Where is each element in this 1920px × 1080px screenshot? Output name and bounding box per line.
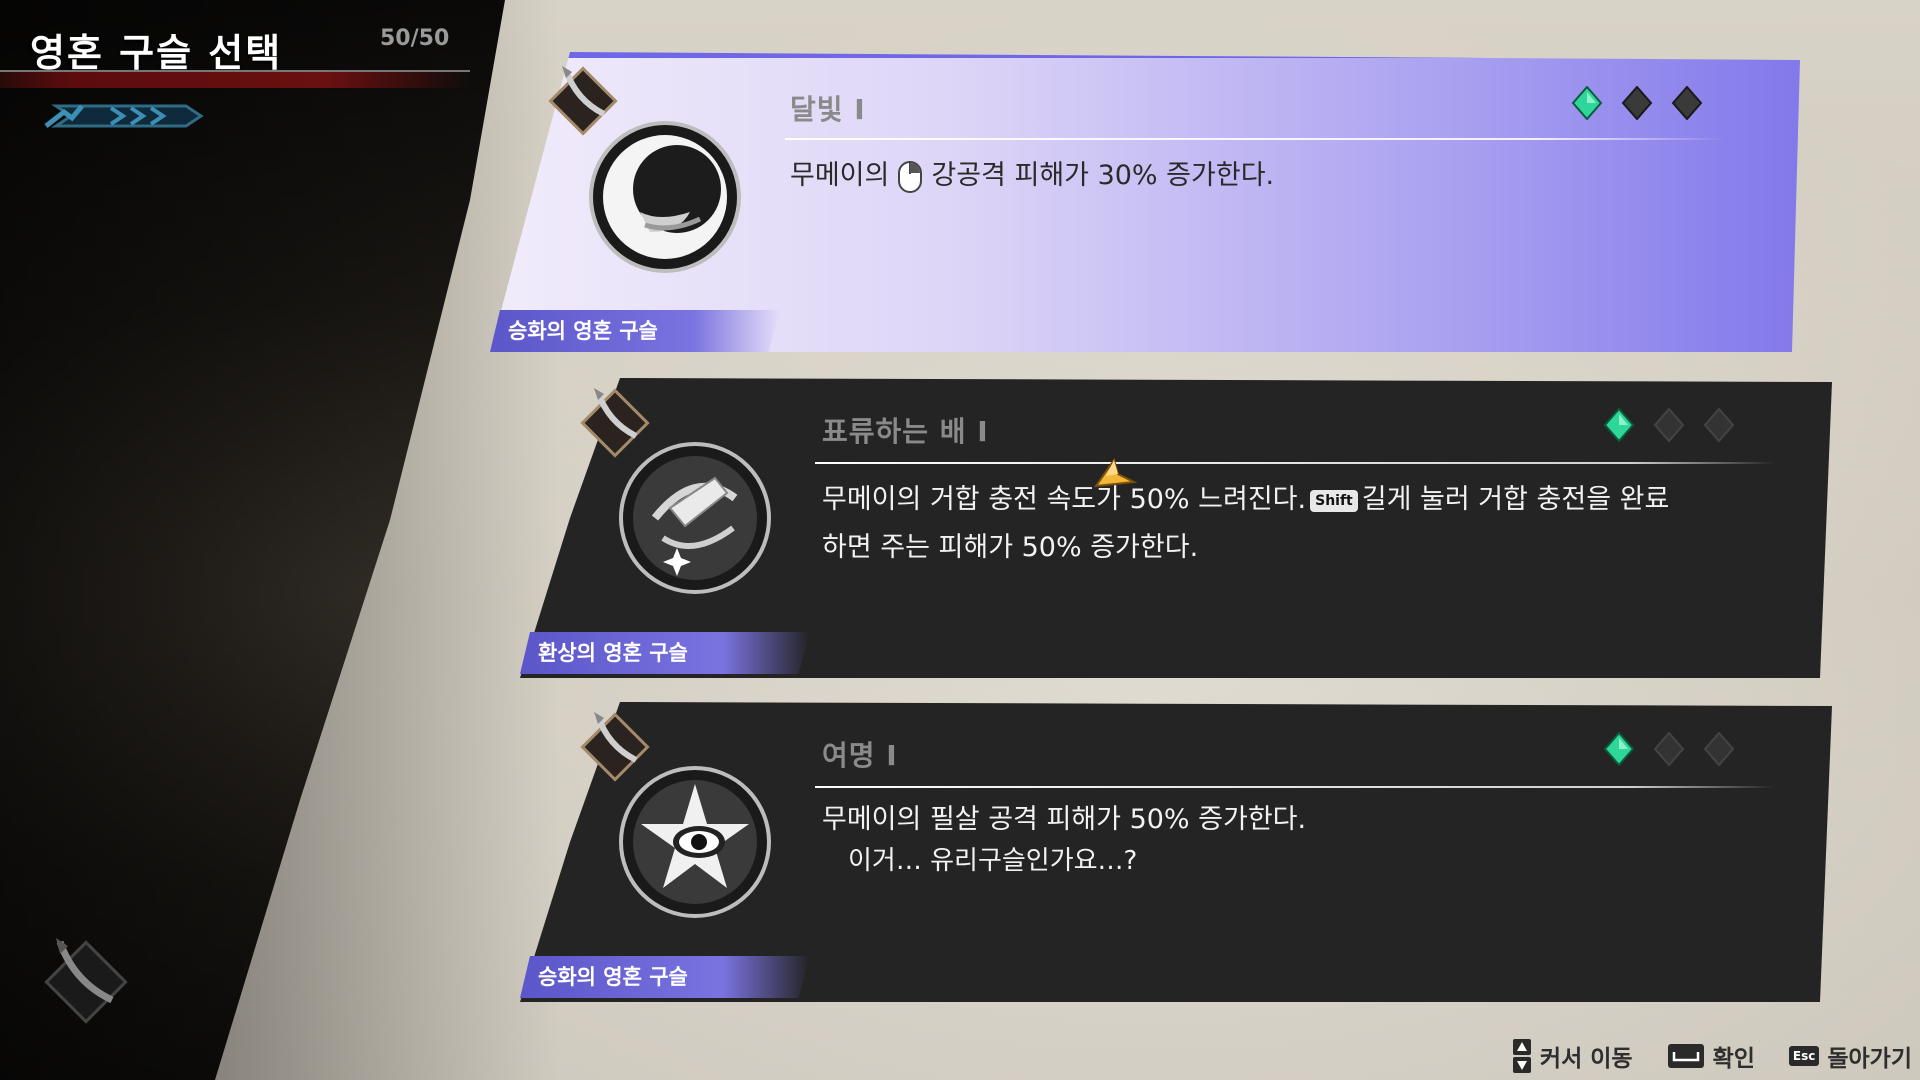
- card-description: 무메이의 필살 공격 피해가 50% 증가한다.: [822, 804, 1307, 835]
- soul-orb-card-drifting-boat[interactable]: 표류하는 배 I 무메이의 거합 충전 속도가 50% 느려진다. Shift 길게…: [520, 378, 1840, 678]
- gem-filled-icon: [1571, 86, 1603, 120]
- dash-gauge-icon: [44, 104, 204, 128]
- desc-text-after: 길게 눌러 거합 충전을 완료: [1361, 484, 1670, 515]
- desc-text-before: 무메이의 거합 충전 속도가 50% 느려진다.: [822, 484, 1307, 515]
- hint-back: Esc 돌아가기: [1788, 1039, 1912, 1073]
- orb-type-tag: 승화의 영혼 구슬: [520, 956, 810, 998]
- card-flavor-text: 이거… 유리구슬인가요…?: [848, 846, 1138, 876]
- card-name: 달빛 I: [790, 93, 866, 126]
- gem-empty-icon: [1703, 732, 1735, 766]
- hint-label: 확인: [1712, 1046, 1755, 1072]
- moonlight-orb-icon: [589, 121, 741, 273]
- title-underline-bar: [0, 70, 470, 88]
- esc-key-icon: Esc: [1788, 1046, 1820, 1066]
- card-description: 무메이의 거합 충전 속도가 50% 느려진다. Shift 길게 눌러 거합 충전…: [822, 476, 1669, 572]
- mouse-right-click-icon: [898, 160, 923, 193]
- hint-cursor-move: 커서 이동: [1512, 1038, 1633, 1074]
- card-description: 무메이의 강공격 피해가 30% 증가한다.: [790, 152, 1274, 200]
- drifting-boat-orb-icon: [619, 442, 771, 594]
- soul-orb-card-dawn[interactable]: 여명 I 무메이의 필살 공격 피해가 50% 증가한다. 이거… 유리구슬인가…: [520, 702, 1840, 1002]
- name-divider: [815, 462, 1775, 464]
- name-divider: [785, 138, 1725, 140]
- shift-key-icon: Shift: [1310, 489, 1358, 512]
- rank-gems: [1602, 408, 1736, 442]
- card-name: 표류하는 배 I: [822, 415, 989, 448]
- sword-emblem-icon: [44, 938, 128, 1024]
- page-title: 영혼 구슬 선택: [30, 31, 283, 75]
- name-divider: [815, 786, 1775, 788]
- card-name: 여명 I: [822, 739, 898, 772]
- control-hints: 커서 이동 확인 Esc 돌아가기: [1512, 1038, 1912, 1074]
- gem-empty-icon: [1671, 86, 1703, 120]
- left-shade: [0, 0, 560, 1080]
- gem-empty-icon: [1621, 86, 1653, 120]
- pointer-cursor-icon: [1093, 457, 1138, 488]
- hint-label: 돌아가기: [1827, 1046, 1912, 1072]
- gem-empty-icon: [1653, 732, 1685, 766]
- hint-label: 커서 이동: [1539, 1046, 1633, 1072]
- desc-line-1: 무메이의 거합 충전 속도가 50% 느려진다. Shift 길게 눌러 거합 충전…: [822, 476, 1669, 524]
- soul-orb-card-moonlight[interactable]: 달빛 I 무메이의 강공격 피해가 30% 증가한다. 승화의 영혼 구슬: [490, 52, 1830, 362]
- desc-line-2: 하면 주는 피해가 50% 증가한다.: [822, 532, 1199, 563]
- gem-filled-icon: [1603, 408, 1635, 442]
- orb-count: 50/50: [380, 26, 450, 51]
- desc-text-after: 강공격 피해가 30% 증가한다.: [931, 160, 1275, 191]
- up-down-key-icon: [1512, 1039, 1531, 1073]
- gem-filled-icon: [1603, 732, 1635, 766]
- rank-gems: [1570, 86, 1704, 120]
- gem-empty-icon: [1653, 408, 1685, 442]
- desc-text-before: 무메이의: [790, 160, 890, 191]
- spacebar-key-icon: [1667, 1044, 1704, 1068]
- hint-confirm: 확인: [1667, 1039, 1755, 1073]
- rank-gems: [1602, 732, 1736, 766]
- orb-type-tag: 승화의 영혼 구슬: [490, 310, 780, 352]
- dawn-eye-orb-icon: [619, 766, 771, 918]
- gem-empty-icon: [1703, 408, 1735, 442]
- orb-type-tag: 환상의 영혼 구슬: [520, 632, 810, 674]
